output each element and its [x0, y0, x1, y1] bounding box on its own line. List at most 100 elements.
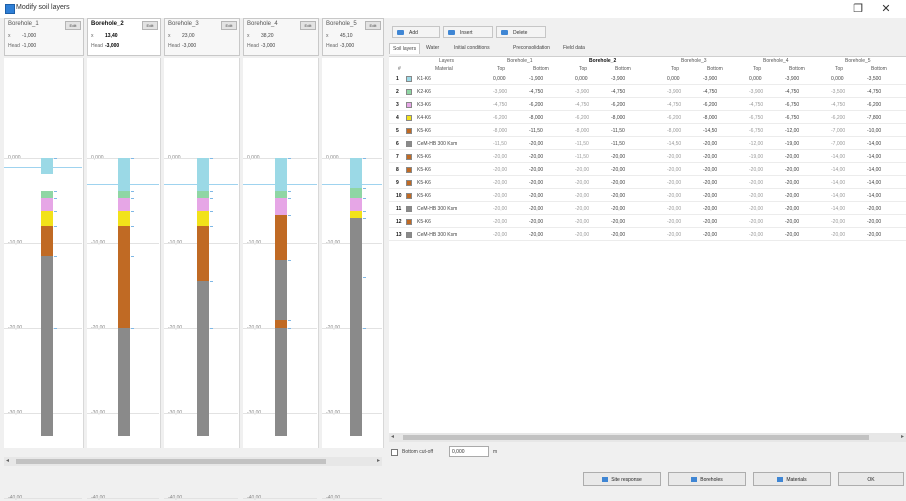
bottom-value-cell[interactable]: -20,00	[785, 154, 799, 160]
bottom-value-cell[interactable]: -20,00	[785, 180, 799, 186]
top-value-cell[interactable]: -8,000	[667, 128, 681, 134]
bottom-value-cell[interactable]: -6,200	[529, 102, 543, 108]
bottom-value-cell[interactable]: -20,00	[703, 154, 717, 160]
insert-button[interactable]: Insert	[443, 26, 493, 38]
bottom-value-cell[interactable]: -20,00	[611, 167, 625, 173]
borehole-header[interactable]: Borehole_2 Edit x 13,40 Head -3,000	[87, 18, 161, 56]
materials-button[interactable]: Materials	[753, 472, 831, 486]
bottom-value-cell[interactable]: -6,200	[703, 102, 717, 108]
bottom-value-cell[interactable]: -20,00	[785, 193, 799, 199]
top-value-cell[interactable]: -20,00	[831, 219, 845, 225]
top-value-cell[interactable]: 0,000	[831, 76, 844, 82]
boreholes-button[interactable]: Boreholes	[668, 472, 746, 486]
top-value-cell[interactable]: -20,00	[667, 180, 681, 186]
bottom-value-cell[interactable]: -20,00	[703, 193, 717, 199]
top-value-cell[interactable]: -20,00	[667, 206, 681, 212]
bottom-value-cell[interactable]: -20,00	[611, 154, 625, 160]
bottom-value-cell[interactable]: -14,00	[867, 154, 881, 160]
material-cell[interactable]: K5-K6	[417, 154, 431, 160]
top-value-cell[interactable]: -8,000	[575, 128, 589, 134]
bottom-value-cell[interactable]: -6,750	[785, 115, 799, 121]
bottom-value-cell[interactable]: -20,00	[703, 219, 717, 225]
top-value-cell[interactable]: -20,00	[575, 219, 589, 225]
top-value-cell[interactable]: -20,00	[749, 167, 763, 173]
top-value-cell[interactable]: -3,900	[493, 89, 507, 95]
bottom-value-cell[interactable]: -20,00	[785, 232, 799, 238]
bottom-value-cell[interactable]: -10,00	[867, 128, 881, 134]
bottom-value-cell[interactable]: -4,750	[703, 89, 717, 95]
borehole-header[interactable]: Borehole_3 Edit x 23,00 Head -3,000	[164, 18, 240, 56]
top-value-cell[interactable]: -20,00	[493, 193, 507, 199]
bottom-value-cell[interactable]: -20,00	[529, 180, 543, 186]
top-value-cell[interactable]: -20,00	[493, 232, 507, 238]
table-scroll-left-arrow[interactable]: ◂	[391, 433, 394, 442]
material-cell[interactable]: K1-K6	[417, 76, 431, 82]
top-value-cell[interactable]: -3,900	[667, 89, 681, 95]
top-value-cell[interactable]: 0,000	[493, 76, 506, 82]
bottom-cutoff-input[interactable]: 0,000	[449, 446, 489, 457]
bottom-value-cell[interactable]: -14,00	[867, 180, 881, 186]
bottom-value-cell[interactable]: -11,50	[611, 141, 625, 147]
bottom-value-cell[interactable]: -20,00	[529, 141, 543, 147]
maximize-button[interactable]: ❐	[846, 2, 870, 16]
bottom-value-cell[interactable]: -20,00	[529, 206, 543, 212]
top-value-cell[interactable]: 0,000	[667, 76, 680, 82]
material-cell[interactable]: K5-K6	[417, 219, 431, 225]
borehole-edit-button[interactable]: Edit	[221, 21, 237, 30]
tab-soil-layers[interactable]: Soil layers	[389, 43, 421, 54]
top-value-cell[interactable]: -6,200	[831, 115, 845, 121]
bottom-value-cell[interactable]: -8,000	[611, 115, 625, 121]
bottom-value-cell[interactable]: -14,00	[867, 141, 881, 147]
top-value-cell[interactable]: -14,50	[667, 141, 681, 147]
borehole-edit-button[interactable]: Edit	[365, 21, 381, 30]
top-value-cell[interactable]: -4,750	[575, 102, 589, 108]
bottom-value-cell[interactable]: -20,00	[611, 232, 625, 238]
bottom-cutoff-checkbox[interactable]	[391, 449, 398, 456]
top-value-cell[interactable]: 0,000	[575, 76, 588, 82]
top-value-cell[interactable]: -19,00	[749, 154, 763, 160]
borehole-header[interactable]: Borehole_4 Edit x 38,20 Head -3,000	[243, 18, 319, 56]
bottom-value-cell[interactable]: -14,00	[867, 193, 881, 199]
site-response-button[interactable]: Site response	[583, 472, 661, 486]
table-scroll-right-arrow[interactable]: ▸	[901, 433, 904, 442]
material-cell[interactable]: K4-K6	[417, 115, 431, 121]
top-value-cell[interactable]: -3,900	[575, 89, 589, 95]
top-value-cell[interactable]: -20,00	[667, 232, 681, 238]
top-value-cell[interactable]: -4,750	[749, 102, 763, 108]
top-value-cell[interactable]: -11,50	[575, 154, 589, 160]
bottom-value-cell[interactable]: -20,00	[703, 141, 717, 147]
top-value-cell[interactable]: -20,00	[493, 219, 507, 225]
top-value-cell[interactable]: -14,00	[831, 180, 845, 186]
table-scroll-thumb[interactable]	[403, 435, 869, 440]
bottom-value-cell[interactable]: -20,00	[529, 154, 543, 160]
top-value-cell[interactable]: -11,50	[575, 141, 589, 147]
bottom-value-cell[interactable]: -4,750	[529, 89, 543, 95]
tab-preconsolidation[interactable]: Preconsolidation	[510, 43, 553, 53]
bottom-value-cell[interactable]: -20,00	[529, 167, 543, 173]
bottom-value-cell[interactable]: -20,00	[867, 206, 881, 212]
bottom-value-cell[interactable]: -8,000	[703, 115, 717, 121]
bottom-value-cell[interactable]: -20,00	[529, 193, 543, 199]
close-button[interactable]: ✕	[874, 2, 898, 16]
top-value-cell[interactable]: -7,000	[831, 128, 845, 134]
top-value-cell[interactable]: -12,00	[749, 141, 763, 147]
top-value-cell[interactable]: -3,500	[831, 89, 845, 95]
bottom-value-cell[interactable]: -4,750	[867, 89, 881, 95]
material-cell[interactable]: K5-K6	[417, 180, 431, 186]
top-value-cell[interactable]: -4,750	[493, 102, 507, 108]
top-value-cell[interactable]: -6,200	[667, 115, 681, 121]
left-horizontal-scrollbar[interactable]: ◂ ▸	[4, 457, 382, 466]
top-value-cell[interactable]: -6,750	[749, 128, 763, 134]
bottom-value-cell[interactable]: -20,00	[611, 206, 625, 212]
top-value-cell[interactable]: -3,900	[749, 89, 763, 95]
tab-field-data[interactable]: Field data	[560, 43, 588, 53]
bottom-value-cell[interactable]: -20,00	[785, 219, 799, 225]
bottom-value-cell[interactable]: -20,00	[867, 219, 881, 225]
material-cell[interactable]: K2-K6	[417, 89, 431, 95]
top-value-cell[interactable]: -6,200	[493, 115, 507, 121]
bottom-value-cell[interactable]: -6,750	[785, 102, 799, 108]
top-value-cell[interactable]: -20,00	[667, 154, 681, 160]
bottom-value-cell[interactable]: -20,00	[611, 193, 625, 199]
borehole-edit-button[interactable]: Edit	[65, 21, 81, 30]
top-value-cell[interactable]: -20,00	[493, 206, 507, 212]
